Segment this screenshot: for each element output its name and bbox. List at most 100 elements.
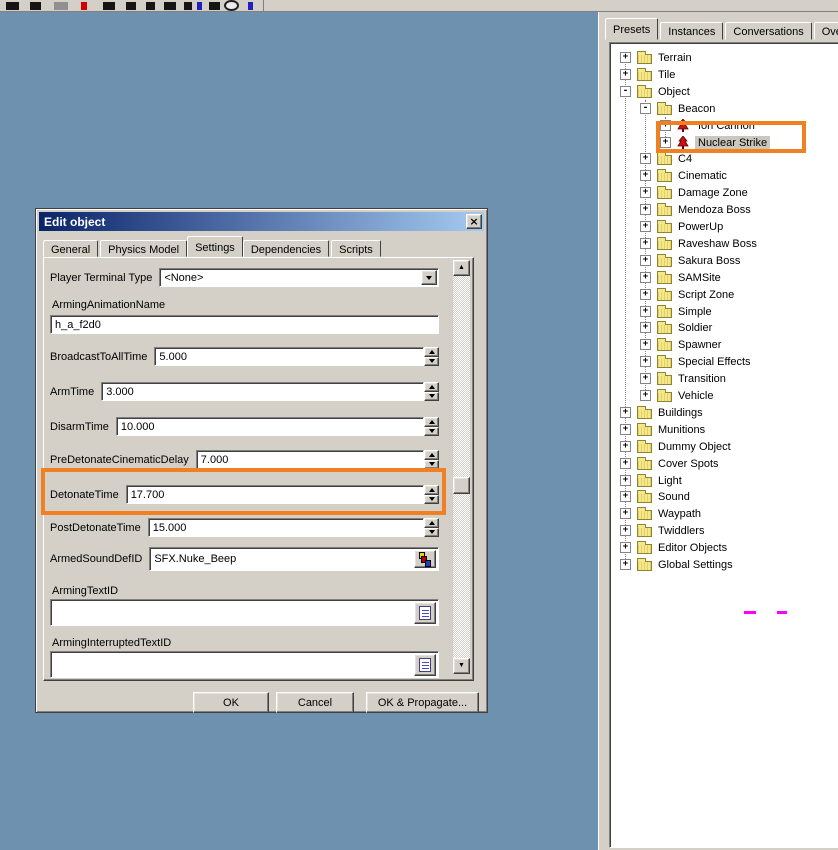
tree-item-special-effects[interactable]: + Special Effects [610, 354, 838, 370]
expand-icon[interactable]: + [640, 221, 651, 232]
tree-item-twiddlers[interactable]: +Twiddlers [610, 523, 838, 539]
tree-item-cinematic[interactable]: +Cinematic [610, 168, 838, 184]
dialog-tab-dependencies[interactable]: Dependencies [243, 240, 329, 257]
toolbar-icon-fragment[interactable] [103, 2, 115, 10]
tree-item-tile[interactable]: +Tile [610, 67, 838, 83]
tree-item-buildings[interactable]: +Buildings [610, 405, 838, 421]
tree-item-label[interactable]: Spawner [675, 338, 724, 352]
scroll-up-icon[interactable]: ▲ [453, 260, 470, 276]
tree-item-label[interactable]: Global Settings [655, 558, 736, 572]
spin-down-icon[interactable] [424, 528, 439, 538]
ok-button[interactable]: OK [193, 692, 269, 713]
expand-icon[interactable]: + [620, 475, 631, 486]
arming-interrupted-text-id-input[interactable] [50, 651, 439, 678]
tree-item-c4[interactable]: +C4 [610, 151, 838, 167]
tree-item-label[interactable]: Buildings [655, 406, 706, 420]
tab-overlap[interactable]: Overlap [814, 22, 838, 40]
pre-detonate-cinematic-delay-input[interactable]: 7.000 [196, 450, 424, 469]
tree-item-label[interactable]: Simple [675, 305, 715, 319]
tree-item-script-zone[interactable]: +Script Zone [610, 287, 838, 303]
broadcast-to-all-time-spinner[interactable] [424, 347, 439, 366]
expand-icon[interactable]: + [620, 542, 631, 553]
tree-item-sakura-boss[interactable]: + Sakura Boss [610, 253, 838, 269]
expand-icon[interactable]: + [620, 69, 631, 80]
spin-down-icon[interactable] [424, 427, 439, 437]
tree-item-label[interactable]: PowerUp [675, 220, 726, 234]
close-icon[interactable]: × [466, 214, 482, 229]
tree-item-simple[interactable]: + Simple [610, 304, 838, 320]
toolbar-icon-fragment[interactable] [164, 2, 176, 10]
tree-item-label[interactable]: Dummy Object [655, 440, 734, 454]
tree-item-light[interactable]: +Light [610, 473, 838, 489]
tree-item-object[interactable]: - Object [610, 84, 838, 100]
tree-item-label[interactable]: Damage Zone [675, 186, 751, 200]
tree-item-label[interactable]: Object [655, 85, 693, 99]
spin-up-icon[interactable] [424, 382, 439, 392]
tree-item-label[interactable]: Special Effects [675, 355, 754, 369]
tree-item-label[interactable]: Waypath [655, 507, 704, 521]
expand-icon[interactable]: + [620, 458, 631, 469]
tree-item-label[interactable]: Sakura Boss [675, 254, 743, 268]
toolbar-icon-fragment[interactable] [81, 2, 87, 10]
expand-icon[interactable]: + [640, 255, 651, 266]
dialog-tab-scripts[interactable]: Scripts [331, 240, 381, 257]
toolbar-icon-fragment[interactable] [197, 2, 202, 10]
expand-icon[interactable]: + [640, 272, 651, 283]
tree-item-label[interactable]: C4 [675, 152, 695, 166]
broadcast-to-all-time-input[interactable]: 5.000 [154, 347, 424, 366]
spin-up-icon[interactable] [424, 450, 439, 460]
arming-animation-name-input[interactable]: h_a_f2d0 [50, 315, 439, 334]
tree-item-waypath[interactable]: + Waypath [610, 506, 838, 522]
preset-tree[interactable]: +Terrain+Tile-Object-Beacon+Ion Cannon+N… [609, 42, 838, 848]
dialog-tab-physics-model[interactable]: Physics Model [100, 240, 187, 257]
tab-presets[interactable]: Presets [605, 18, 658, 40]
toolbar-icon-fragment[interactable] [30, 2, 41, 10]
tree-item-powerup[interactable]: + PowerUp [610, 219, 838, 235]
toolbar-icon-fragment[interactable] [263, 0, 264, 11]
tab-instances[interactable]: Instances [660, 22, 723, 40]
tree-item-label[interactable]: Editor Objects [655, 541, 730, 555]
expand-icon[interactable]: + [640, 238, 651, 249]
armed-sound-def-id-input[interactable]: SFX.Nuke_Beep [149, 547, 439, 571]
scrollbar-thumb[interactable] [453, 477, 470, 494]
text-lookup-button[interactable] [414, 602, 436, 624]
expand-icon[interactable]: + [620, 52, 631, 63]
post-detonate-time-input[interactable]: 15.000 [148, 518, 424, 537]
expand-icon[interactable]: + [640, 356, 651, 367]
arm-time-spinner[interactable] [424, 382, 439, 401]
expand-icon[interactable]: + [640, 373, 651, 384]
spin-up-icon[interactable] [424, 417, 439, 427]
expand-icon[interactable]: + [620, 508, 631, 519]
dialog-titlebar[interactable]: Edit object × [39, 212, 484, 231]
expand-icon[interactable]: + [640, 322, 651, 333]
toolbar-icon-fragment[interactable] [54, 2, 68, 10]
toolbar-icon-fragment[interactable] [146, 2, 155, 10]
disarm-time-input[interactable]: 10.000 [116, 417, 424, 436]
expand-icon[interactable]: + [620, 491, 631, 502]
tree-item-label[interactable]: Vehicle [675, 389, 716, 403]
toolbar-icon-fragment[interactable] [209, 2, 220, 10]
tree-item-munitions[interactable]: +Munitions [610, 422, 838, 438]
tree-item-label[interactable]: Transition [675, 372, 729, 386]
tree-item-label[interactable]: Script Zone [675, 288, 737, 302]
expand-icon[interactable]: + [620, 441, 631, 452]
spin-up-icon[interactable] [424, 518, 439, 528]
expand-icon[interactable]: + [640, 187, 651, 198]
expand-icon[interactable]: + [640, 306, 651, 317]
pre-detonate-cinematic-delay-spinner[interactable] [424, 450, 439, 469]
arming-text-id-input[interactable] [50, 599, 439, 626]
tree-item-transition[interactable]: + Transition [610, 371, 838, 387]
tree-item-label[interactable]: Mendoza Boss [675, 203, 754, 217]
expand-icon[interactable]: + [640, 204, 651, 215]
expand-icon[interactable]: + [640, 170, 651, 181]
disarm-time-spinner[interactable] [424, 417, 439, 436]
collapse-icon[interactable]: - [620, 86, 631, 97]
text-lookup-button[interactable] [414, 654, 436, 676]
toolbar-icon-fragment[interactable] [6, 2, 19, 10]
player-terminal-type-input[interactable]: <None> [159, 268, 439, 287]
dialog-tab-settings[interactable]: Settings [187, 236, 243, 257]
spin-down-icon[interactable] [424, 392, 439, 402]
collapse-icon[interactable]: - [640, 103, 651, 114]
dropdown-arrow-icon[interactable] [421, 270, 437, 285]
tree-item-mendoza-boss[interactable]: + Mendoza Boss [610, 202, 838, 218]
